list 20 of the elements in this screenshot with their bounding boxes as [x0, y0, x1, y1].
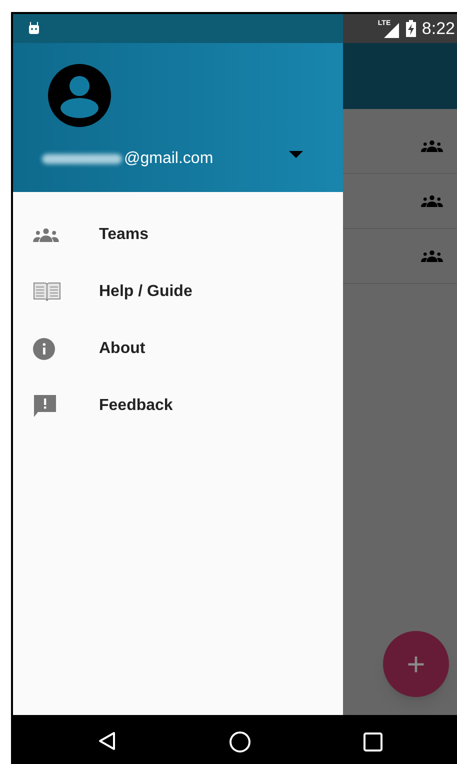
account-email: @gmail.com [124, 149, 214, 169]
group-icon [33, 228, 59, 242]
drawer-menu-item[interactable]: About [13, 320, 343, 377]
drawer-menu-item[interactable]: Feedback [13, 377, 343, 434]
drawer-menu-item[interactable]: Help / Guide [13, 263, 343, 320]
info-icon [33, 338, 55, 360]
battery-charging-icon [406, 20, 416, 37]
android-icon [28, 22, 40, 35]
book-icon [33, 281, 61, 302]
group-icon [421, 250, 443, 262]
dropdown-caret-icon[interactable] [289, 151, 303, 158]
feedback-icon [33, 394, 57, 418]
clock-time: 8:22 [422, 18, 455, 40]
avatar-icon [48, 64, 111, 127]
back-icon[interactable] [98, 731, 116, 751]
home-icon[interactable] [229, 731, 251, 753]
group-icon [421, 195, 443, 207]
drawer-menu-item[interactable]: Teams [13, 206, 343, 263]
recents-icon[interactable] [363, 732, 383, 752]
group-icon [421, 140, 443, 152]
